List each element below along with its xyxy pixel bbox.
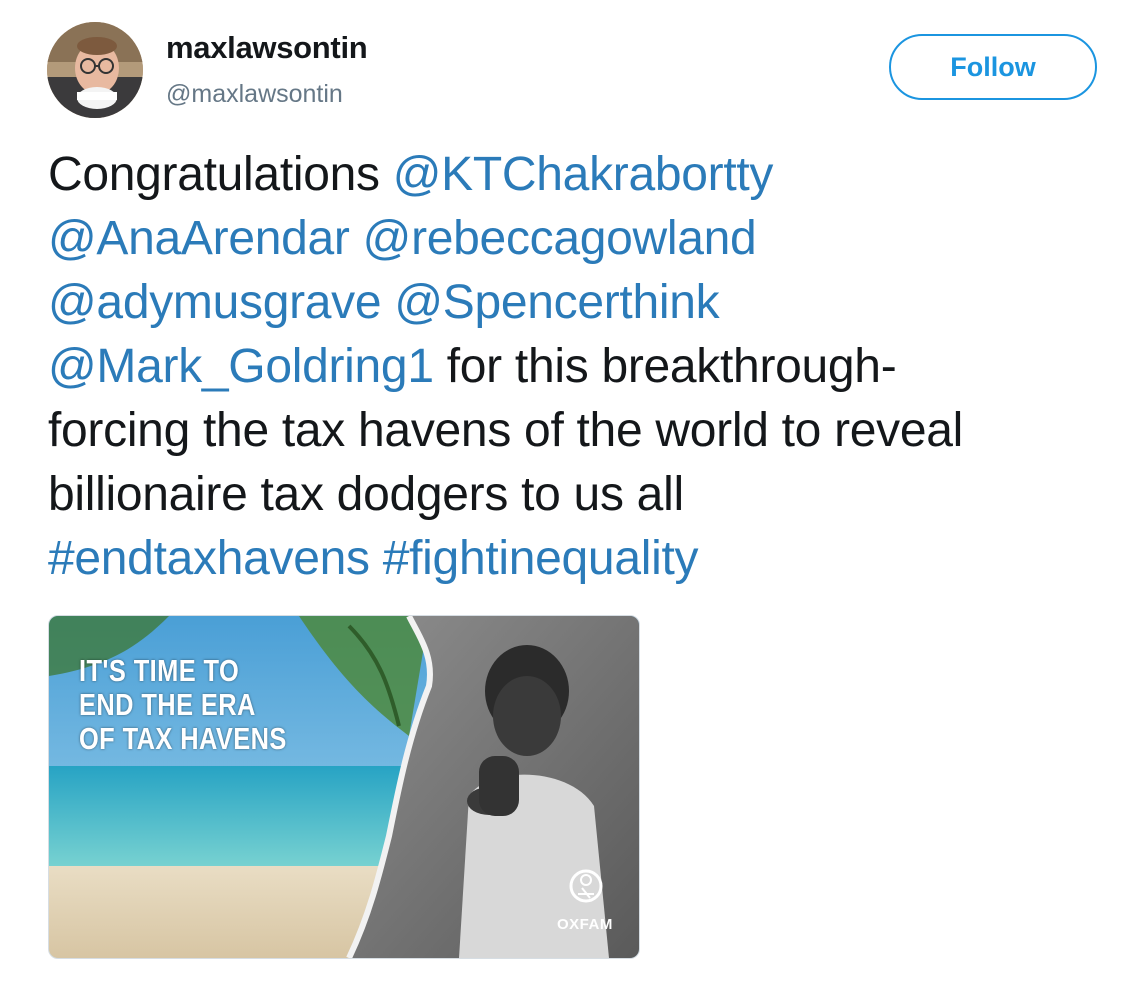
author-handle[interactable]: @maxlawsontin [166, 80, 343, 109]
follow-button[interactable]: Follow [889, 34, 1097, 100]
hashtag-link[interactable]: #fightinequality [383, 532, 699, 585]
mention-link[interactable]: @rebeccagowland [363, 212, 757, 265]
tweet-text-line: @Mark_Goldring1 for this breakthrough- [48, 335, 1133, 399]
author-display-name[interactable]: maxlawsontin [166, 30, 368, 66]
tweet-text-segment: billionaire tax dodgers to us all [48, 468, 684, 521]
tweet-text-segment [381, 276, 394, 329]
tweet-text-segment: forcing the tax havens of the world to r… [48, 404, 964, 457]
hashtag-link[interactable]: #endtaxhavens [48, 532, 370, 585]
media-headline-line: END THE ERA [79, 687, 256, 722]
tweet-text-segment [370, 532, 383, 585]
avatar[interactable] [47, 22, 143, 118]
tweet-media-image[interactable]: IT'S TIME TO END THE ERA OF TAX HAVENS O… [48, 615, 640, 959]
oxfam-logo-text: OXFAM [557, 916, 613, 933]
mention-link[interactable]: @Mark_Goldring1 [48, 340, 434, 393]
tweet-text-line: @AnaArendar @rebeccagowland [48, 207, 1133, 271]
mention-link[interactable]: @KTChakrabortty [393, 148, 774, 201]
mention-link[interactable]: @AnaArendar [48, 212, 350, 265]
tweet-text-segment [350, 212, 363, 265]
tweet-text-line: forcing the tax havens of the world to r… [48, 399, 1133, 463]
media-headline-line: IT'S TIME TO [79, 653, 240, 688]
media-headline: IT'S TIME TO END THE ERA OF TAX HAVENS [79, 654, 287, 756]
media-headline-line: OF TAX HAVENS [79, 721, 287, 756]
mention-link[interactable]: @adymusgrave [48, 276, 382, 329]
tweet-text-segment: Congratulations [48, 148, 393, 201]
tweet-text-line: #endtaxhavens #fightinequality [48, 527, 1133, 591]
tweet-text-line: @adymusgrave @Spencerthink [48, 271, 1133, 335]
mention-link[interactable]: @Spencerthink [394, 276, 719, 329]
tweet-text-line: Congratulations @KTChakrabortty [48, 143, 1133, 207]
avatar-image [47, 22, 143, 118]
tweet-text-line: billionaire tax dodgers to us all [48, 463, 1133, 527]
tweet-text-segment: for this breakthrough- [433, 340, 897, 393]
tweet-text: Congratulations @KTChakrabortty @AnaArend… [48, 143, 1133, 591]
